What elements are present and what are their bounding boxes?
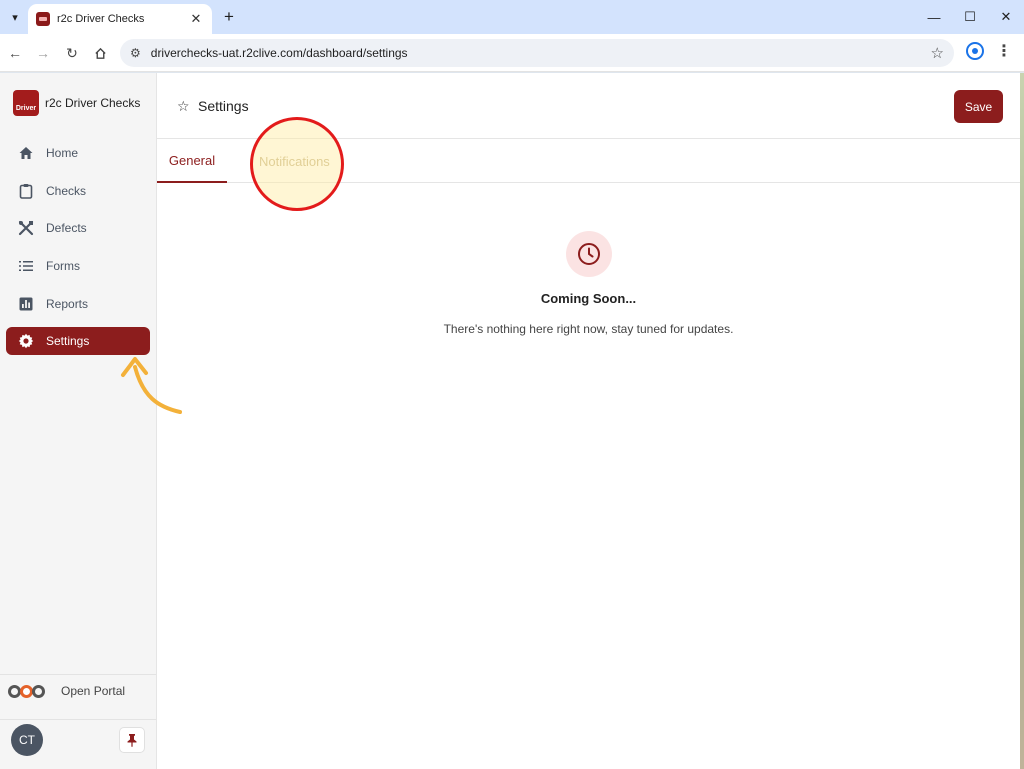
app-window: Driver r2c Driver Checks Home Checks Def…: [0, 73, 1020, 769]
brand[interactable]: Driver r2c Driver Checks: [13, 90, 140, 116]
sidebar-item-reports[interactable]: Reports: [6, 290, 150, 318]
maximize-button[interactable]: ☐: [952, 0, 988, 34]
brand-logo: Driver: [13, 90, 39, 116]
url-text: driverchecks-uat.r2clive.com/dashboard/s…: [150, 46, 408, 60]
sidebar: Driver r2c Driver Checks Home Checks Def…: [0, 73, 182, 769]
gear-icon: [18, 333, 34, 349]
profile-icon[interactable]: [966, 42, 984, 60]
empty-state-subtitle: There's nothing here right now, stay tun…: [443, 322, 734, 336]
sidebar-item-label: Reports: [46, 296, 89, 311]
pin-sidebar-button[interactable]: [119, 727, 145, 753]
avatar[interactable]: CT: [11, 724, 43, 756]
close-window-button[interactable]: ✕: [988, 0, 1024, 34]
sidebar-item-home[interactable]: Home: [6, 139, 150, 167]
r2c-logo-icon: [8, 684, 45, 698]
desktop-background-strip: [1020, 73, 1024, 769]
new-tab-button[interactable]: +: [218, 6, 240, 28]
clock-icon: [565, 231, 612, 277]
empty-state: Coming Soon... There's nothing here righ…: [157, 231, 1020, 336]
brand-name: r2c Driver Checks: [45, 96, 141, 110]
window-controls: — ☐ ✕: [916, 0, 1024, 34]
divider: [0, 719, 156, 720]
sidebar-item-label: Forms: [46, 259, 80, 274]
favicon-icon: [36, 12, 50, 26]
tab-general[interactable]: General: [157, 139, 227, 183]
sidebar-item-label: Home: [46, 146, 79, 160]
reload-button[interactable]: ↻: [61, 42, 83, 64]
list-icon: [18, 258, 34, 274]
favorite-star-icon[interactable]: ☆: [177, 98, 190, 115]
sidebar-item-label: Settings: [46, 334, 90, 349]
bookmark-star-icon[interactable]: ☆: [931, 44, 944, 62]
address-bar[interactable]: ⚙ driverchecks-uat.r2clive.com/dashboard…: [120, 39, 954, 67]
annotation-highlight-circle: [250, 117, 344, 211]
tools-icon: [18, 220, 34, 236]
sidebar-item-label: Defects: [46, 221, 87, 236]
tab-search-button[interactable]: ▾: [4, 6, 26, 28]
home-outline-icon: [94, 47, 106, 59]
empty-state-title: Coming Soon...: [540, 291, 637, 306]
main-content: ☆ Settings Save General Notifications Co…: [157, 73, 1020, 769]
minimize-button[interactable]: —: [916, 0, 952, 34]
browser-tabstrip: ▾ r2c Driver Checks ✕ + — ☐ ✕: [0, 0, 1024, 34]
browser-toolbar: ← → ↻ ⚙ driverchecks-uat.r2clive.com/das…: [0, 34, 1024, 72]
save-button[interactable]: Save: [954, 90, 1003, 123]
open-portal-label: Open Portal: [61, 684, 126, 698]
tab-title: r2c Driver Checks: [57, 13, 145, 25]
home-button[interactable]: [89, 42, 111, 64]
divider: [0, 674, 156, 675]
bar-chart-icon: [18, 296, 34, 312]
open-portal-link[interactable]: Open Portal: [8, 684, 125, 698]
browser-menu-icon[interactable]: ⋮: [996, 41, 1012, 61]
sidebar-item-defects[interactable]: Defects: [6, 214, 150, 242]
sidebar-item-label: Checks: [46, 183, 87, 198]
sidebar-item-checks[interactable]: Checks: [6, 177, 150, 205]
site-info-icon[interactable]: ⚙: [130, 46, 141, 60]
clipboard-icon: [18, 183, 34, 199]
home-icon: [18, 145, 34, 161]
sidebar-item-forms[interactable]: Forms: [6, 252, 150, 280]
forward-button[interactable]: →: [32, 42, 54, 64]
browser-tab[interactable]: r2c Driver Checks ✕: [28, 4, 212, 34]
page-title: Settings: [198, 98, 249, 114]
pin-icon: [127, 734, 137, 747]
back-button[interactable]: ←: [4, 42, 26, 64]
sidebar-nav: Home Checks Defects Forms Reports Settin…: [6, 139, 150, 365]
close-tab-icon[interactable]: ✕: [188, 11, 204, 27]
